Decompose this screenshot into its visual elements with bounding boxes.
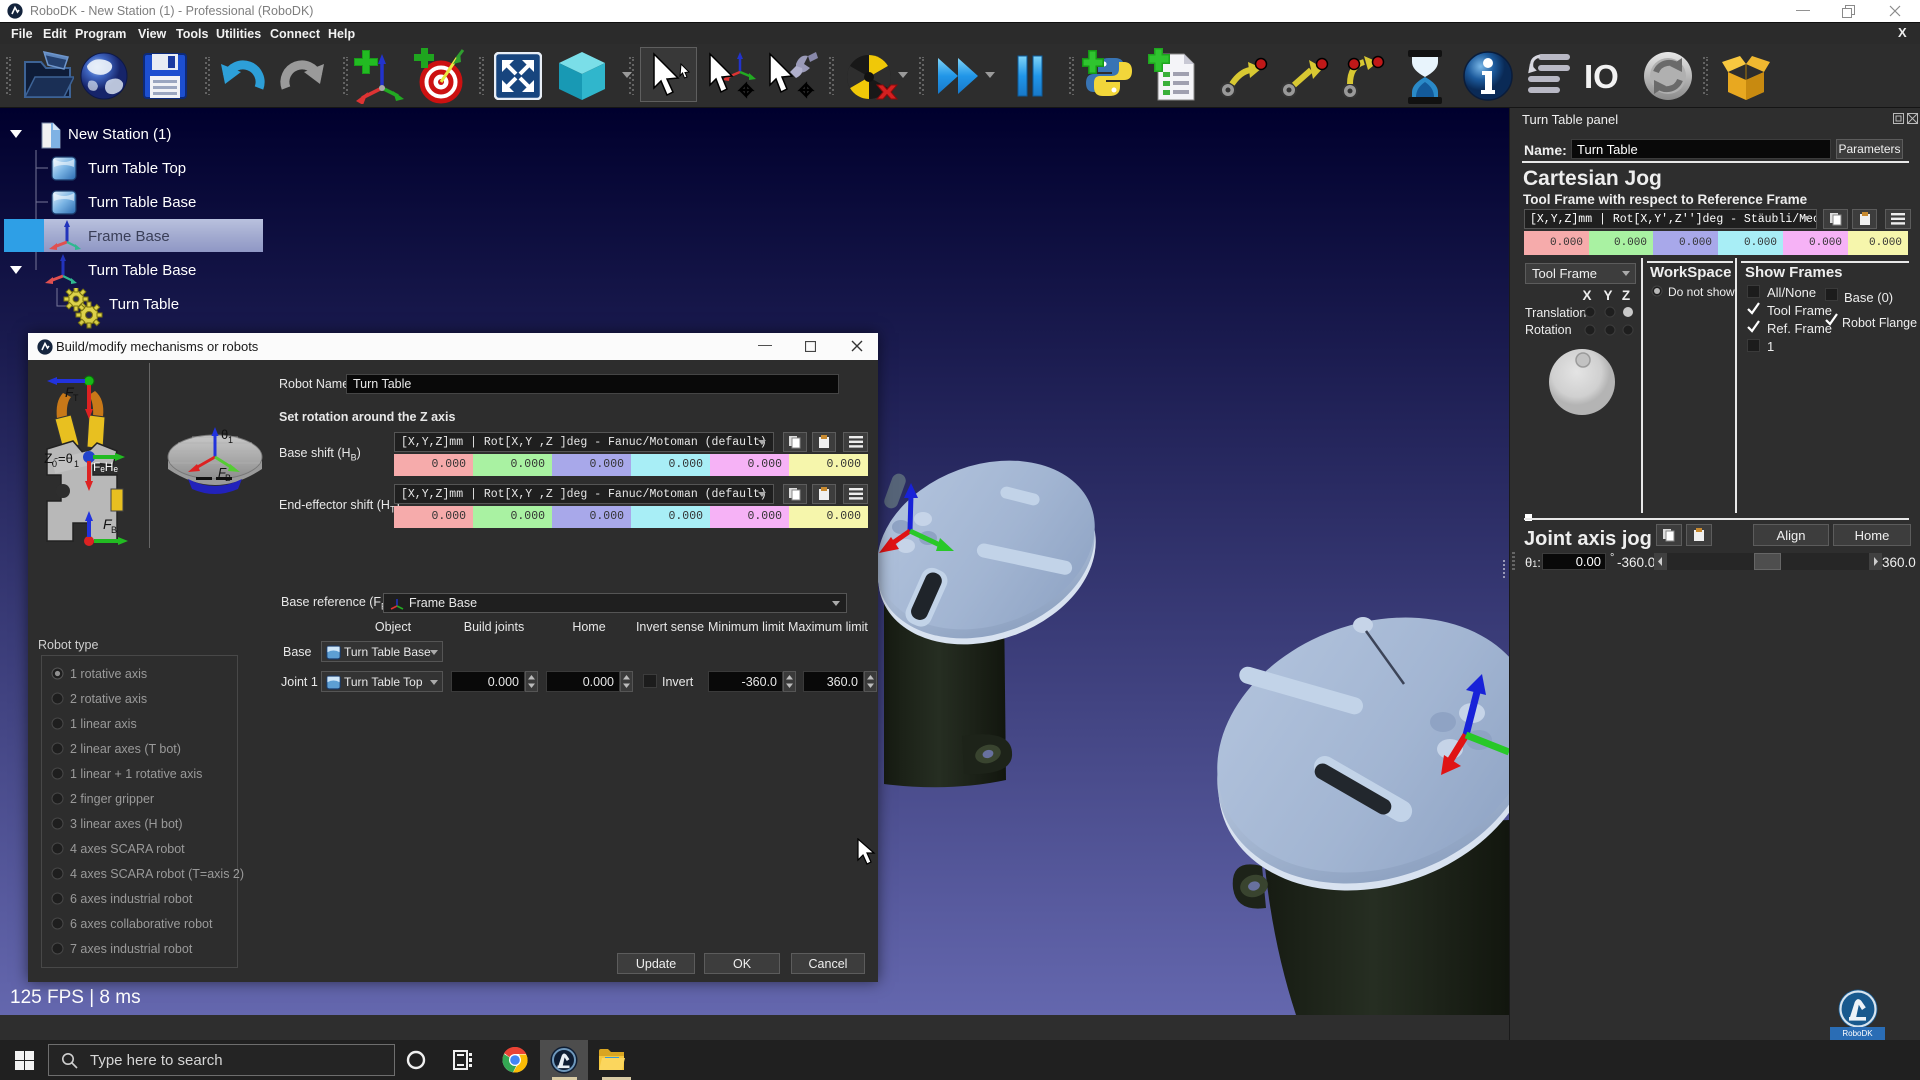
svg-text:0: 0: [52, 459, 57, 469]
svg-text:1: 1: [228, 435, 233, 445]
svg-text:T: T: [73, 393, 79, 403]
svg-text:=θ: =θ: [58, 451, 73, 466]
svg-text:B: B: [111, 525, 117, 535]
svg-text:FₑHₑ: FₑHₑ: [93, 460, 118, 474]
svg-text:1: 1: [74, 459, 79, 469]
svg-text:B: B: [225, 473, 231, 483]
